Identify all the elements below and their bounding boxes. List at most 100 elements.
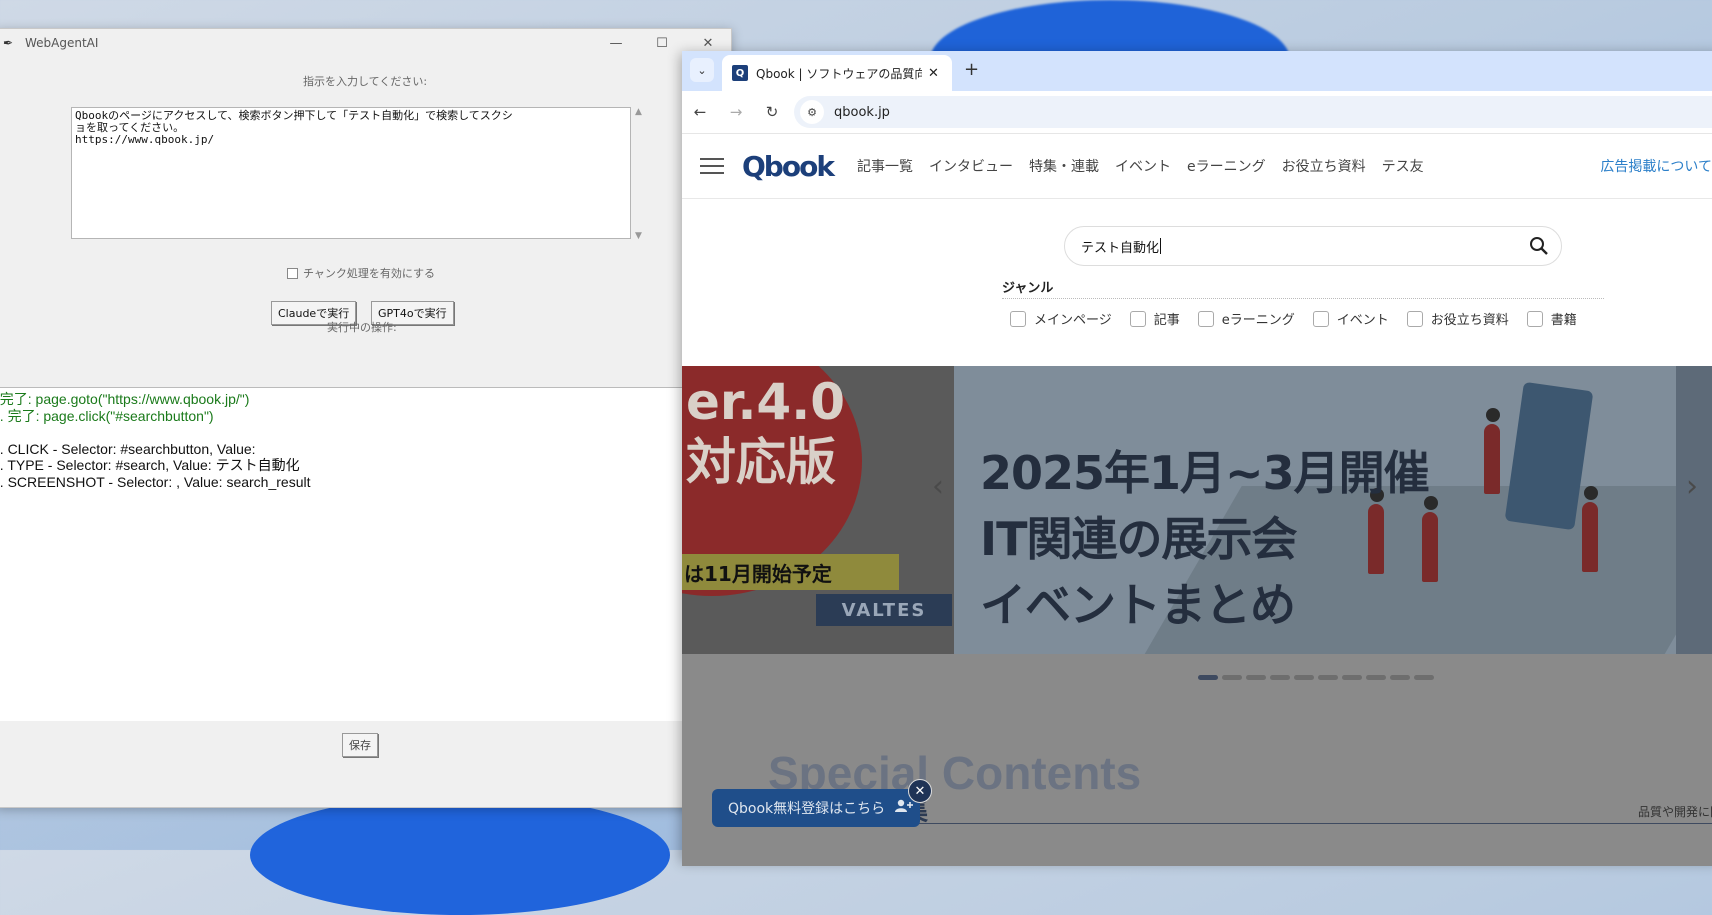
log-line: 3. TYPE - Selector: #search, Value: テスト自…: [0, 457, 300, 473]
banner-close-icon[interactable]: ✕: [908, 779, 932, 803]
qbook-logo[interactable]: Qbook: [742, 150, 835, 183]
prompt-label: 指示を入力してください:: [303, 75, 428, 88]
genre-checkbox[interactable]: お役立ち資料: [1406, 309, 1509, 328]
log-line: 2. CLICK - Selector: #searchbutton, Valu…: [0, 440, 256, 457]
nav-item[interactable]: インタビュー: [929, 156, 1013, 176]
browser-window: ⌄ Q Qbook | ソフトウェアの品質向上プラ ✕ + ← → ↻ ⚙ qb…: [682, 51, 1712, 866]
nav-item[interactable]: 記事一覧: [857, 156, 913, 176]
log-line: . 完了: page.goto("https://www.qbook.jp/"): [0, 391, 250, 407]
global-nav: 記事一覧 インタビュー 特集・連載 イベント eラーニング お役立ち資料 テス友: [857, 156, 1424, 176]
carousel-next-icon[interactable]: ›: [1686, 469, 1698, 504]
save-button[interactable]: 保存: [342, 733, 378, 757]
genre-filters: メインページ 記事 eラーニング イベント お役立ち資料 書籍: [1010, 309, 1595, 328]
log-line-blank: [0, 424, 687, 441]
address-bar[interactable]: ⚙ qbook.jp: [794, 96, 1712, 128]
ad-link[interactable]: 広告掲載について: [1600, 156, 1712, 176]
slide-headline: 2025年1月~3月開催 IT関連の展示会 イベントまとめ: [980, 440, 1430, 638]
checkbox-box[interactable]: [1129, 310, 1146, 327]
carousel-dot[interactable]: [1414, 675, 1434, 680]
operation-log[interactable]: . 完了: page.goto("https://www.qbook.jp/")…: [0, 387, 687, 721]
feather-icon: ✒: [3, 36, 14, 50]
genre-title: ジャンル: [1002, 281, 1054, 296]
url-text: qbook.jp: [834, 104, 890, 120]
slide-text-line: er.4.0: [686, 373, 846, 431]
slide-text: er.4.0 対応版: [686, 372, 845, 492]
carousel-dot[interactable]: [1222, 675, 1242, 680]
instruction-textarea[interactable]: Qbookのページにアクセスして、検索ボタン押下して「テスト自動化」で検索してス…: [71, 107, 631, 239]
browser-toolbar: ← → ↻ ⚙ qbook.jp: [682, 91, 1712, 134]
carousel-dot[interactable]: [1342, 675, 1362, 680]
carousel-dot[interactable]: [1270, 675, 1290, 680]
search-value: テスト自動化: [1081, 240, 1160, 256]
genre-label: 書籍: [1550, 313, 1577, 328]
carousel-dot[interactable]: [1318, 675, 1338, 680]
checkbox-box[interactable]: [287, 267, 298, 279]
carousel-slide-next[interactable]: [1676, 366, 1712, 654]
window-title: WebAgentAI: [25, 36, 99, 50]
slide-headline-line: イベントまとめ: [980, 578, 1296, 632]
checkbox-box[interactable]: [1010, 310, 1026, 327]
genre-label: 記事: [1153, 313, 1180, 328]
special-divider: [902, 823, 1712, 824]
person-illustration: [1484, 424, 1500, 494]
genre-label: お役立ち資料: [1430, 313, 1509, 328]
genre-label: イベント: [1336, 313, 1389, 328]
text-caret: [1160, 238, 1162, 254]
chunk-checkbox[interactable]: チャンク処理を有効にする: [287, 265, 435, 281]
checkbox-box[interactable]: [1197, 310, 1214, 327]
person-illustration: [1486, 408, 1500, 422]
tab-close-icon[interactable]: ✕: [928, 66, 939, 81]
carousel-dot[interactable]: [1198, 675, 1218, 680]
carousel-dot[interactable]: [1390, 675, 1410, 680]
maximize-icon[interactable]: ☐: [639, 29, 685, 57]
checkbox-box[interactable]: [1526, 310, 1543, 327]
nav-item[interactable]: テス友: [1382, 156, 1424, 176]
slide-text-line: 対応版: [686, 433, 836, 491]
carousel-prev-icon[interactable]: ‹: [932, 469, 944, 504]
nav-item[interactable]: 特集・連載: [1029, 156, 1099, 176]
carousel-dot[interactable]: [1246, 675, 1266, 680]
carousel-pagination: [1198, 675, 1434, 680]
person-illustration: [1584, 486, 1598, 500]
back-icon[interactable]: ←: [682, 103, 718, 121]
genre-label: eラーニング: [1221, 313, 1295, 328]
genre-checkbox[interactable]: イベント: [1312, 309, 1389, 328]
site-header: Qbook 記事一覧 インタビュー 特集・連載 イベント eラーニング お役立ち…: [682, 134, 1712, 199]
search-input[interactable]: テスト自動化: [1064, 226, 1562, 266]
nav-item[interactable]: お役立ち資料: [1282, 156, 1366, 176]
genre-checkbox[interactable]: 書籍: [1526, 309, 1577, 328]
scroll-down-icon[interactable]: ▼: [635, 231, 642, 241]
tab-search-icon[interactable]: ⌄: [690, 58, 714, 82]
qbook-favicon-icon: Q: [732, 65, 748, 81]
slide-headline-line: IT関連の展示会: [980, 512, 1297, 566]
carousel-dot[interactable]: [1366, 675, 1386, 680]
genre-divider: [1002, 298, 1604, 299]
webagentai-window: ✒ WebAgentAI — ☐ ✕ 指示を入力してください: Qbookのペー…: [0, 28, 732, 808]
carousel-dot[interactable]: [1294, 675, 1314, 680]
genre-checkbox[interactable]: メインページ: [1010, 309, 1112, 328]
person-add-icon: [895, 799, 914, 817]
carousel-slide-prev[interactable]: er.4.0 対応版 は11月開始予定 VALTES: [682, 366, 954, 654]
register-banner[interactable]: Qbook無料登録はこちら: [712, 789, 920, 827]
nav-item[interactable]: イベント: [1115, 156, 1171, 176]
search-icon[interactable]: [1529, 236, 1549, 256]
nav-item[interactable]: eラーニング: [1187, 156, 1266, 176]
forward-icon[interactable]: →: [718, 103, 754, 121]
instruction-scrollbar[interactable]: ▲ ▼: [633, 107, 649, 241]
checkbox-box[interactable]: [1312, 310, 1329, 327]
slide-headline-line: 2025年1月~3月開催: [980, 446, 1430, 500]
carousel-slide-current[interactable]: 2025年1月~3月開催 IT関連の展示会 イベントまとめ: [954, 366, 1676, 654]
genre-checkbox[interactable]: 記事: [1129, 309, 1180, 328]
reload-icon[interactable]: ↻: [754, 103, 790, 121]
special-subtitle: 品質や開発に関: [1637, 805, 1712, 819]
genre-label: メインページ: [1034, 313, 1112, 328]
checkbox-box[interactable]: [1406, 310, 1423, 327]
log-line: 4. SCREENSHOT - Selector: , Value: searc…: [0, 473, 311, 490]
new-tab-icon[interactable]: +: [964, 59, 979, 80]
active-tab[interactable]: Q Qbook | ソフトウェアの品質向上プラ ✕: [722, 55, 952, 91]
scroll-up-icon[interactable]: ▲: [635, 107, 642, 117]
site-info-icon[interactable]: ⚙: [800, 100, 824, 124]
minimize-icon[interactable]: —: [593, 29, 639, 57]
hamburger-menu-icon[interactable]: [700, 153, 724, 179]
genre-checkbox[interactable]: eラーニング: [1197, 309, 1295, 328]
